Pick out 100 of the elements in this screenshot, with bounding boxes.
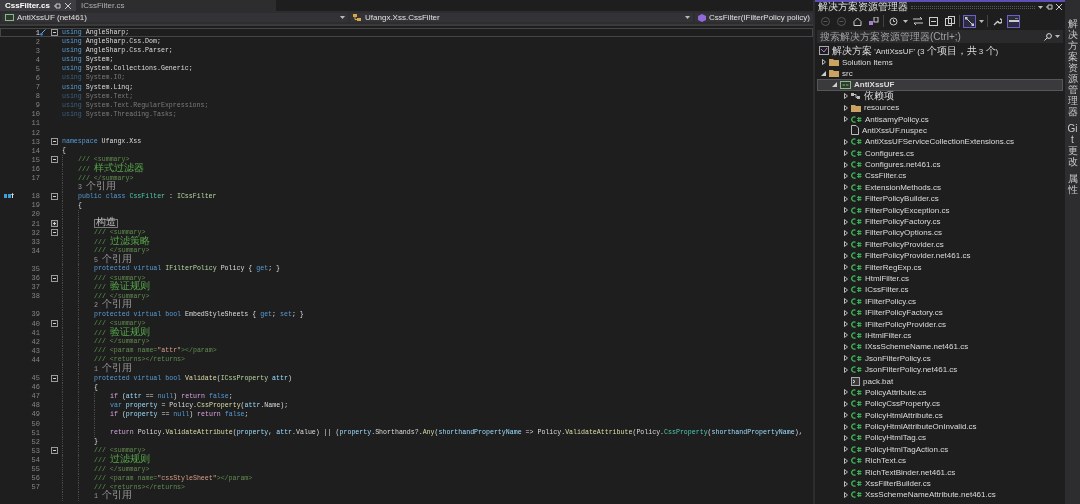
tree-item[interactable]: JsonFilterPolicy.net461.cs [817,363,1063,376]
project-icon [840,80,851,89]
tree-item[interactable]: FilterPolicyProvider.net461.cs [817,250,1063,262]
tree-item[interactable]: FilterPolicyOptions.cs [817,227,1063,239]
preview-icon[interactable] [1007,14,1020,28]
csharp-file-icon [851,138,862,146]
tree-item[interactable]: JsonFilterPolicy.cs [817,352,1063,364]
project-icon [5,14,14,21]
csharp-file-icon [851,275,862,282]
tree-item[interactable]: 依赖项 [817,90,1063,102]
fold-toggle-icon[interactable] [50,156,58,164]
tree-item[interactable]: ExtensionMethods.cs [817,181,1063,194]
csharp-file-icon [851,252,862,260]
csharp-file-icon [851,445,862,453]
tree-item[interactable]: IFilterPolicyFactory.cs [817,307,1063,319]
tree-item[interactable]: 解决方案 'AntiXssUF' (3 个项目，共 3 个) [817,45,1063,57]
dropdown-caret-icon[interactable] [685,16,691,19]
side-tab[interactable]: Git 更改 [1067,123,1078,167]
folder-icon [851,103,861,112]
close-icon[interactable] [64,2,71,9]
fold-toggle-icon[interactable] [50,374,58,382]
fold-toggle-icon[interactable] [50,192,58,200]
dropdown-caret-icon[interactable] [1055,35,1060,38]
side-tab[interactable]: 解决方案资源管理器 [1067,18,1078,117]
csharp-file-icon [851,343,862,351]
tree-item[interactable]: AntiXssUF.nuspec [817,124,1063,137]
fold-toggle-icon[interactable] [50,138,58,146]
tree-item[interactable]: IFilterPolicy.cs [817,295,1063,307]
tree-item[interactable]: FilterPolicyFactory.cs [817,215,1063,228]
csharp-file-icon [851,161,862,169]
sync-icon[interactable] [911,14,924,28]
fold-toggle-icon[interactable] [50,229,58,237]
copy-icon[interactable] [943,14,956,28]
dropdown-caret-icon[interactable] [340,16,346,19]
tree-item[interactable]: PolicyCssProperty.cs [817,398,1063,410]
dropdown-caret-icon[interactable] [1038,5,1043,9]
fold-toggle-icon[interactable] [50,29,58,37]
fold-toggle-icon[interactable] [50,274,58,282]
csharp-file-icon [851,218,862,226]
tree-item[interactable]: RichText.cs [817,455,1063,467]
tree-item[interactable]: FilterRegExp.cs [817,261,1063,273]
tree-item[interactable]: PolicyHtmlAttributeOnInvalid.cs [817,420,1063,433]
search-field[interactable]: 搜索解决方案资源管理器(Ctrl+;) [817,30,1063,43]
solution-icon [818,46,829,56]
csharp-file-icon [851,297,862,305]
collapsed-caret-icon[interactable] [821,59,826,66]
switch-views-icon[interactable] [867,14,880,28]
pin-icon[interactable] [1046,4,1053,10]
fold-toggle-icon[interactable] [50,447,58,455]
close-icon[interactable] [1056,4,1062,10]
tree-item[interactable]: XssFilterBuilder.cs [817,477,1063,490]
implements-icon[interactable] [4,193,14,200]
tree-item[interactable]: HtmlFilter.cs [817,272,1063,285]
side-tab[interactable]: 属性 [1067,173,1078,195]
tree-item[interactable]: FilterPolicyProvider.cs [817,238,1063,251]
tree-item[interactable]: IXssSchemeName.net461.cs [817,341,1063,353]
dropdown-caret-icon[interactable] [979,19,984,23]
csharp-file-icon [851,411,862,419]
csharp-file-icon [851,263,862,271]
tree-item[interactable]: RichTextBinder.net461.cs [817,466,1063,478]
fold-toggle-icon[interactable] [50,320,58,328]
tree-item[interactable]: XssSchemeNameAttribute.net461.cs [817,489,1063,501]
tree-item[interactable]: AntiXssUFServiceCollectionExtensions.cs [817,136,1063,148]
csharp-file-icon [851,195,862,203]
brush-icon[interactable] [40,29,46,37]
file-tab[interactable]: ICssFilter.cs [75,0,276,11]
member-dropdown[interactable]: CssFilter(IFilterPolicy policy) [695,13,813,22]
csharp-file-icon [851,491,862,499]
tree-item[interactable]: IHtmlFilter.cs [817,329,1063,342]
pin-icon[interactable] [53,2,61,9]
tree-item[interactable]: src [817,67,1063,80]
dependencies-icon [851,92,861,101]
tree-item[interactable]: AntisamyPolicy.cs [817,113,1063,125]
history-icon[interactable] [887,14,900,28]
tree-item[interactable]: pack.bat [817,375,1063,387]
tree-item[interactable]: Solution Items [817,56,1063,68]
dropdown-caret-icon[interactable] [903,19,908,23]
script-file-icon [851,376,860,386]
project-dropdown[interactable]: AntiXssUF (net461) [2,13,349,22]
collapse-all-icon[interactable] [927,14,940,28]
tree-item[interactable]: Configures.cs [817,147,1063,159]
tree-item[interactable]: AntiXssUF [817,79,1063,91]
fold-toggle-icon[interactable] [50,220,58,227]
tree-item[interactable]: resources [817,101,1063,114]
csharp-file-icon [851,149,862,157]
search-icon[interactable] [1044,32,1052,41]
tree-item[interactable]: IFilterPolicyProvider.cs [817,318,1063,330]
tree-item[interactable]: FilterPolicyException.cs [817,204,1063,216]
file-tab[interactable]: CssFilter.cs [0,0,76,11]
file-icon [851,125,859,136]
tree-item[interactable]: PolicyHtmlTag.cs [817,432,1063,444]
tree-item[interactable]: CssFilter.cs [817,170,1063,182]
tree-item[interactable]: PolicyHtmlTagAction.cs [817,443,1063,456]
type-dropdown[interactable]: Ufangx.Xss.CssFilter [350,13,694,22]
tree-item[interactable]: Configures.net461.cs [817,158,1063,171]
tree-item[interactable]: FilterPolicyBuilder.cs [817,193,1063,205]
csharp-file-icon [851,434,862,442]
tree-item[interactable]: PolicyAttribute.cs [817,386,1063,399]
tree-item[interactable]: PolicyHtmlAttribute.cs [817,409,1063,421]
tree-item[interactable]: ICssFilter.cs [817,284,1063,296]
